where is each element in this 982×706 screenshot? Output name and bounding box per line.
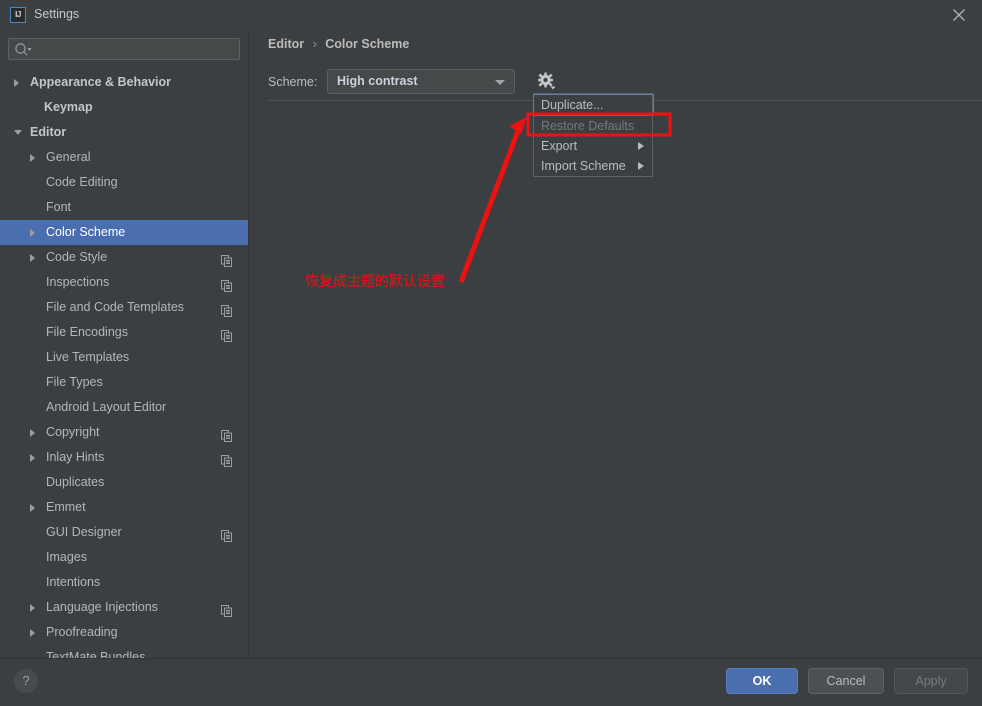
sidebar-item-copyright[interactable]: Copyright — [0, 420, 248, 445]
menu-item-duplicate[interactable]: Duplicate... — [533, 94, 654, 116]
help-button[interactable]: ? — [14, 669, 38, 693]
sidebar-scrollbar-track[interactable] — [240, 72, 248, 658]
apply-button[interactable]: Apply — [894, 668, 968, 694]
sidebar-item-appearance-behavior[interactable]: Appearance & Behavior — [0, 70, 248, 95]
breadcrumb-separator-icon: › — [312, 37, 317, 51]
breadcrumb-current: Color Scheme — [325, 37, 410, 51]
sidebar-item-file-types[interactable]: File Types — [0, 370, 248, 395]
settings-sidebar: Appearance & Behavior Keymap Editor General… — [0, 30, 248, 658]
sidebar-item-label: Font — [46, 200, 72, 214]
sidebar-item-language-injections[interactable]: Language Injections — [0, 595, 248, 620]
menu-item-label: Import Scheme — [541, 159, 626, 173]
sidebar-item-label: Appearance & Behavior — [30, 75, 172, 89]
intellij-logo-icon: IJ — [10, 7, 26, 23]
dialog-footer: ? OK Cancel Apply — [0, 658, 982, 704]
ok-button[interactable]: OK — [726, 668, 798, 694]
sidebar-item-label: Language Injections — [46, 600, 158, 614]
sidebar-item-file-encodings[interactable]: File Encodings — [0, 320, 248, 345]
chevron-right-icon[interactable] — [30, 629, 35, 637]
search-input[interactable] — [35, 39, 239, 61]
chevron-right-icon[interactable] — [30, 504, 35, 512]
sidebar-item-file-and-code-templates[interactable]: File and Code Templates — [0, 295, 248, 320]
chevron-right-icon[interactable] — [30, 229, 35, 237]
sidebar-item-label: File Encodings — [46, 325, 128, 339]
scheme-context-menu: Duplicate... Restore Defaults Export Import… — [533, 93, 654, 177]
menu-item-label: Duplicate... — [541, 98, 604, 112]
sidebar-item-label: Inspections — [46, 275, 110, 289]
sidebar-item-label: Code Editing — [46, 175, 118, 189]
sidebar-item-keymap[interactable]: Keymap — [0, 95, 248, 120]
sidebar-item-proofreading[interactable]: Proofreading — [0, 620, 248, 645]
sidebar-item-android-layout-editor[interactable]: Android Layout Editor — [0, 395, 248, 420]
sidebar-item-label: Editor — [30, 125, 67, 139]
sidebar-item-label: General — [46, 150, 91, 164]
sidebar-item-gui-designer[interactable]: GUI Designer — [0, 520, 248, 545]
chevron-right-icon[interactable] — [30, 154, 35, 162]
search-box[interactable] — [8, 38, 240, 61]
sidebar-item-editor[interactable]: Editor — [0, 120, 248, 145]
sidebar-item-duplicates[interactable]: Duplicates — [0, 470, 248, 495]
window-title: Settings — [34, 7, 80, 21]
sidebar-item-intentions[interactable]: Intentions — [0, 570, 248, 595]
sidebar-item-label: Code Style — [46, 250, 108, 264]
sidebar-item-textmate-bundles[interactable]: TextMate Bundles — [0, 645, 248, 658]
sidebar-item-label: File and Code Templates — [46, 300, 185, 314]
sidebar-item-code-editing[interactable]: Code Editing — [0, 170, 248, 195]
sidebar-item-general[interactable]: General — [0, 145, 248, 170]
settings-tree: Appearance & Behavior Keymap Editor General… — [0, 70, 248, 658]
search-icon — [14, 42, 32, 61]
sidebar-item-label: Color Scheme — [46, 225, 126, 239]
menu-item-label: Export — [541, 139, 578, 153]
chevron-right-icon[interactable] — [14, 79, 19, 87]
chevron-right-icon — [638, 162, 644, 170]
breadcrumb: Editor › Color Scheme — [268, 37, 409, 51]
breadcrumb-parent[interactable]: Editor — [268, 37, 304, 51]
close-icon — [953, 9, 965, 21]
scheme-dropdown[interactable]: High contrast — [327, 69, 515, 94]
sidebar-item-label: Intentions — [46, 575, 101, 589]
sidebar-item-emmet[interactable]: Emmet — [0, 495, 248, 520]
sidebar-item-images[interactable]: Images — [0, 545, 248, 570]
sidebar-item-label: Emmet — [46, 500, 86, 514]
chevron-right-icon — [638, 142, 644, 150]
sidebar-item-label: Live Templates — [46, 350, 130, 364]
sidebar-item-label: File Types — [46, 375, 103, 389]
scheme-settings-button[interactable] — [536, 71, 558, 93]
chevron-right-icon[interactable] — [30, 254, 35, 262]
chevron-right-icon[interactable] — [30, 429, 35, 437]
gear-icon — [538, 72, 556, 90]
sidebar-item-label: Images — [46, 550, 87, 564]
sidebar-item-inlay-hints[interactable]: Inlay Hints — [0, 445, 248, 470]
scheme-label: Scheme: — [268, 75, 318, 89]
menu-item-export[interactable]: Export — [534, 136, 652, 156]
menu-item-restore-defaults: Restore Defaults — [534, 116, 652, 136]
sidebar-item-label: Duplicates — [46, 475, 105, 489]
sidebar-item-color-scheme[interactable]: Color Scheme — [0, 220, 248, 245]
window-titlebar: IJ Settings — [0, 0, 982, 30]
chevron-down-icon — [495, 80, 505, 85]
menu-item-import-scheme[interactable]: Import Scheme — [534, 156, 652, 176]
chevron-right-icon[interactable] — [30, 604, 35, 612]
scheme-dropdown-value: High contrast — [337, 74, 418, 88]
sidebar-item-code-style[interactable]: Code Style — [0, 245, 248, 270]
sidebar-item-font[interactable]: Font — [0, 195, 248, 220]
sidebar-item-label: GUI Designer — [46, 525, 122, 539]
sidebar-item-label: Copyright — [46, 425, 100, 439]
sidebar-item-label: Android Layout Editor — [46, 400, 167, 414]
sidebar-item-label: TextMate Bundles — [46, 650, 146, 658]
sidebar-item-label: Inlay Hints — [46, 450, 105, 464]
sidebar-item-inspections[interactable]: Inspections — [0, 270, 248, 295]
sidebar-item-label: Keymap — [44, 100, 93, 114]
menu-item-label: Restore Defaults — [541, 119, 635, 133]
sidebar-item-live-templates[interactable]: Live Templates — [0, 345, 248, 370]
chevron-right-icon[interactable] — [30, 454, 35, 462]
close-button[interactable] — [936, 0, 982, 30]
cancel-button[interactable]: Cancel — [808, 668, 884, 694]
chevron-down-icon[interactable] — [14, 130, 22, 139]
sidebar-item-label: Proofreading — [46, 625, 118, 639]
